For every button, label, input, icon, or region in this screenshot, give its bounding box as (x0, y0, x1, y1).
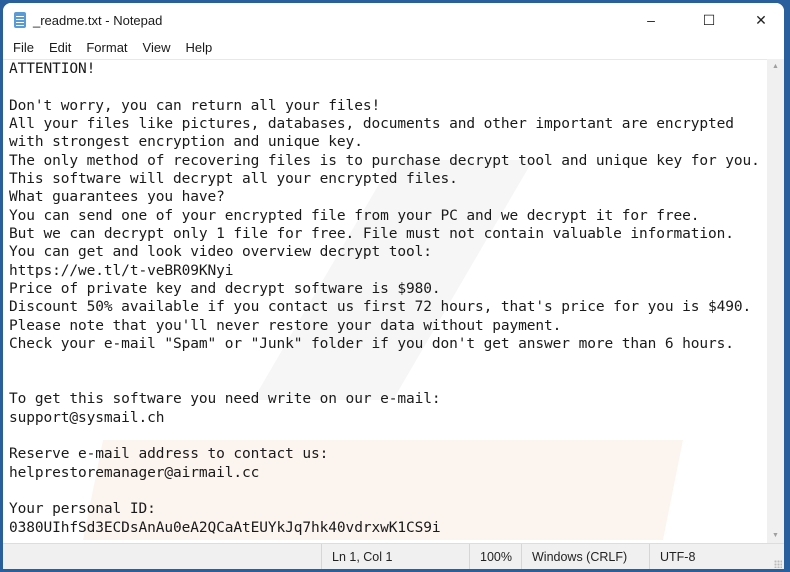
menu-bar: File Edit Format View Help (3, 37, 784, 59)
cursor-position: Ln 1, Col 1 (321, 544, 472, 569)
close-button[interactable]: ✕ (738, 3, 784, 37)
minimize-button[interactable]: – (628, 3, 674, 37)
menu-view[interactable]: View (137, 37, 177, 59)
notepad-window: _readme.txt - Notepad – ☐ ✕ File Edit Fo… (3, 3, 784, 569)
window-title: _readme.txt - Notepad (33, 13, 163, 28)
line-ending: Windows (CRLF) (521, 544, 650, 569)
document-text[interactable]: ATTENTION! Don't worry, you can return a… (9, 60, 760, 537)
menu-edit[interactable]: Edit (43, 37, 77, 59)
maximize-button[interactable]: ☐ (686, 3, 732, 37)
title-bar[interactable]: _readme.txt - Notepad – ☐ ✕ (3, 3, 784, 37)
scroll-up-icon[interactable]: ▲ (772, 63, 779, 70)
encoding: UTF-8 (649, 544, 770, 569)
vertical-scrollbar[interactable]: ▲ ▼ (767, 59, 784, 543)
menu-file[interactable]: File (7, 37, 40, 59)
scroll-down-icon[interactable]: ▼ (772, 532, 779, 539)
resize-grip-icon[interactable] (774, 560, 782, 568)
notepad-app-icon (14, 12, 26, 28)
menu-format[interactable]: Format (80, 37, 133, 59)
status-bar: Ln 1, Col 1 100% Windows (CRLF) UTF-8 (3, 543, 784, 569)
menu-help[interactable]: Help (179, 37, 218, 59)
text-editor[interactable]: ATTENTION! Don't worry, you can return a… (3, 59, 767, 544)
